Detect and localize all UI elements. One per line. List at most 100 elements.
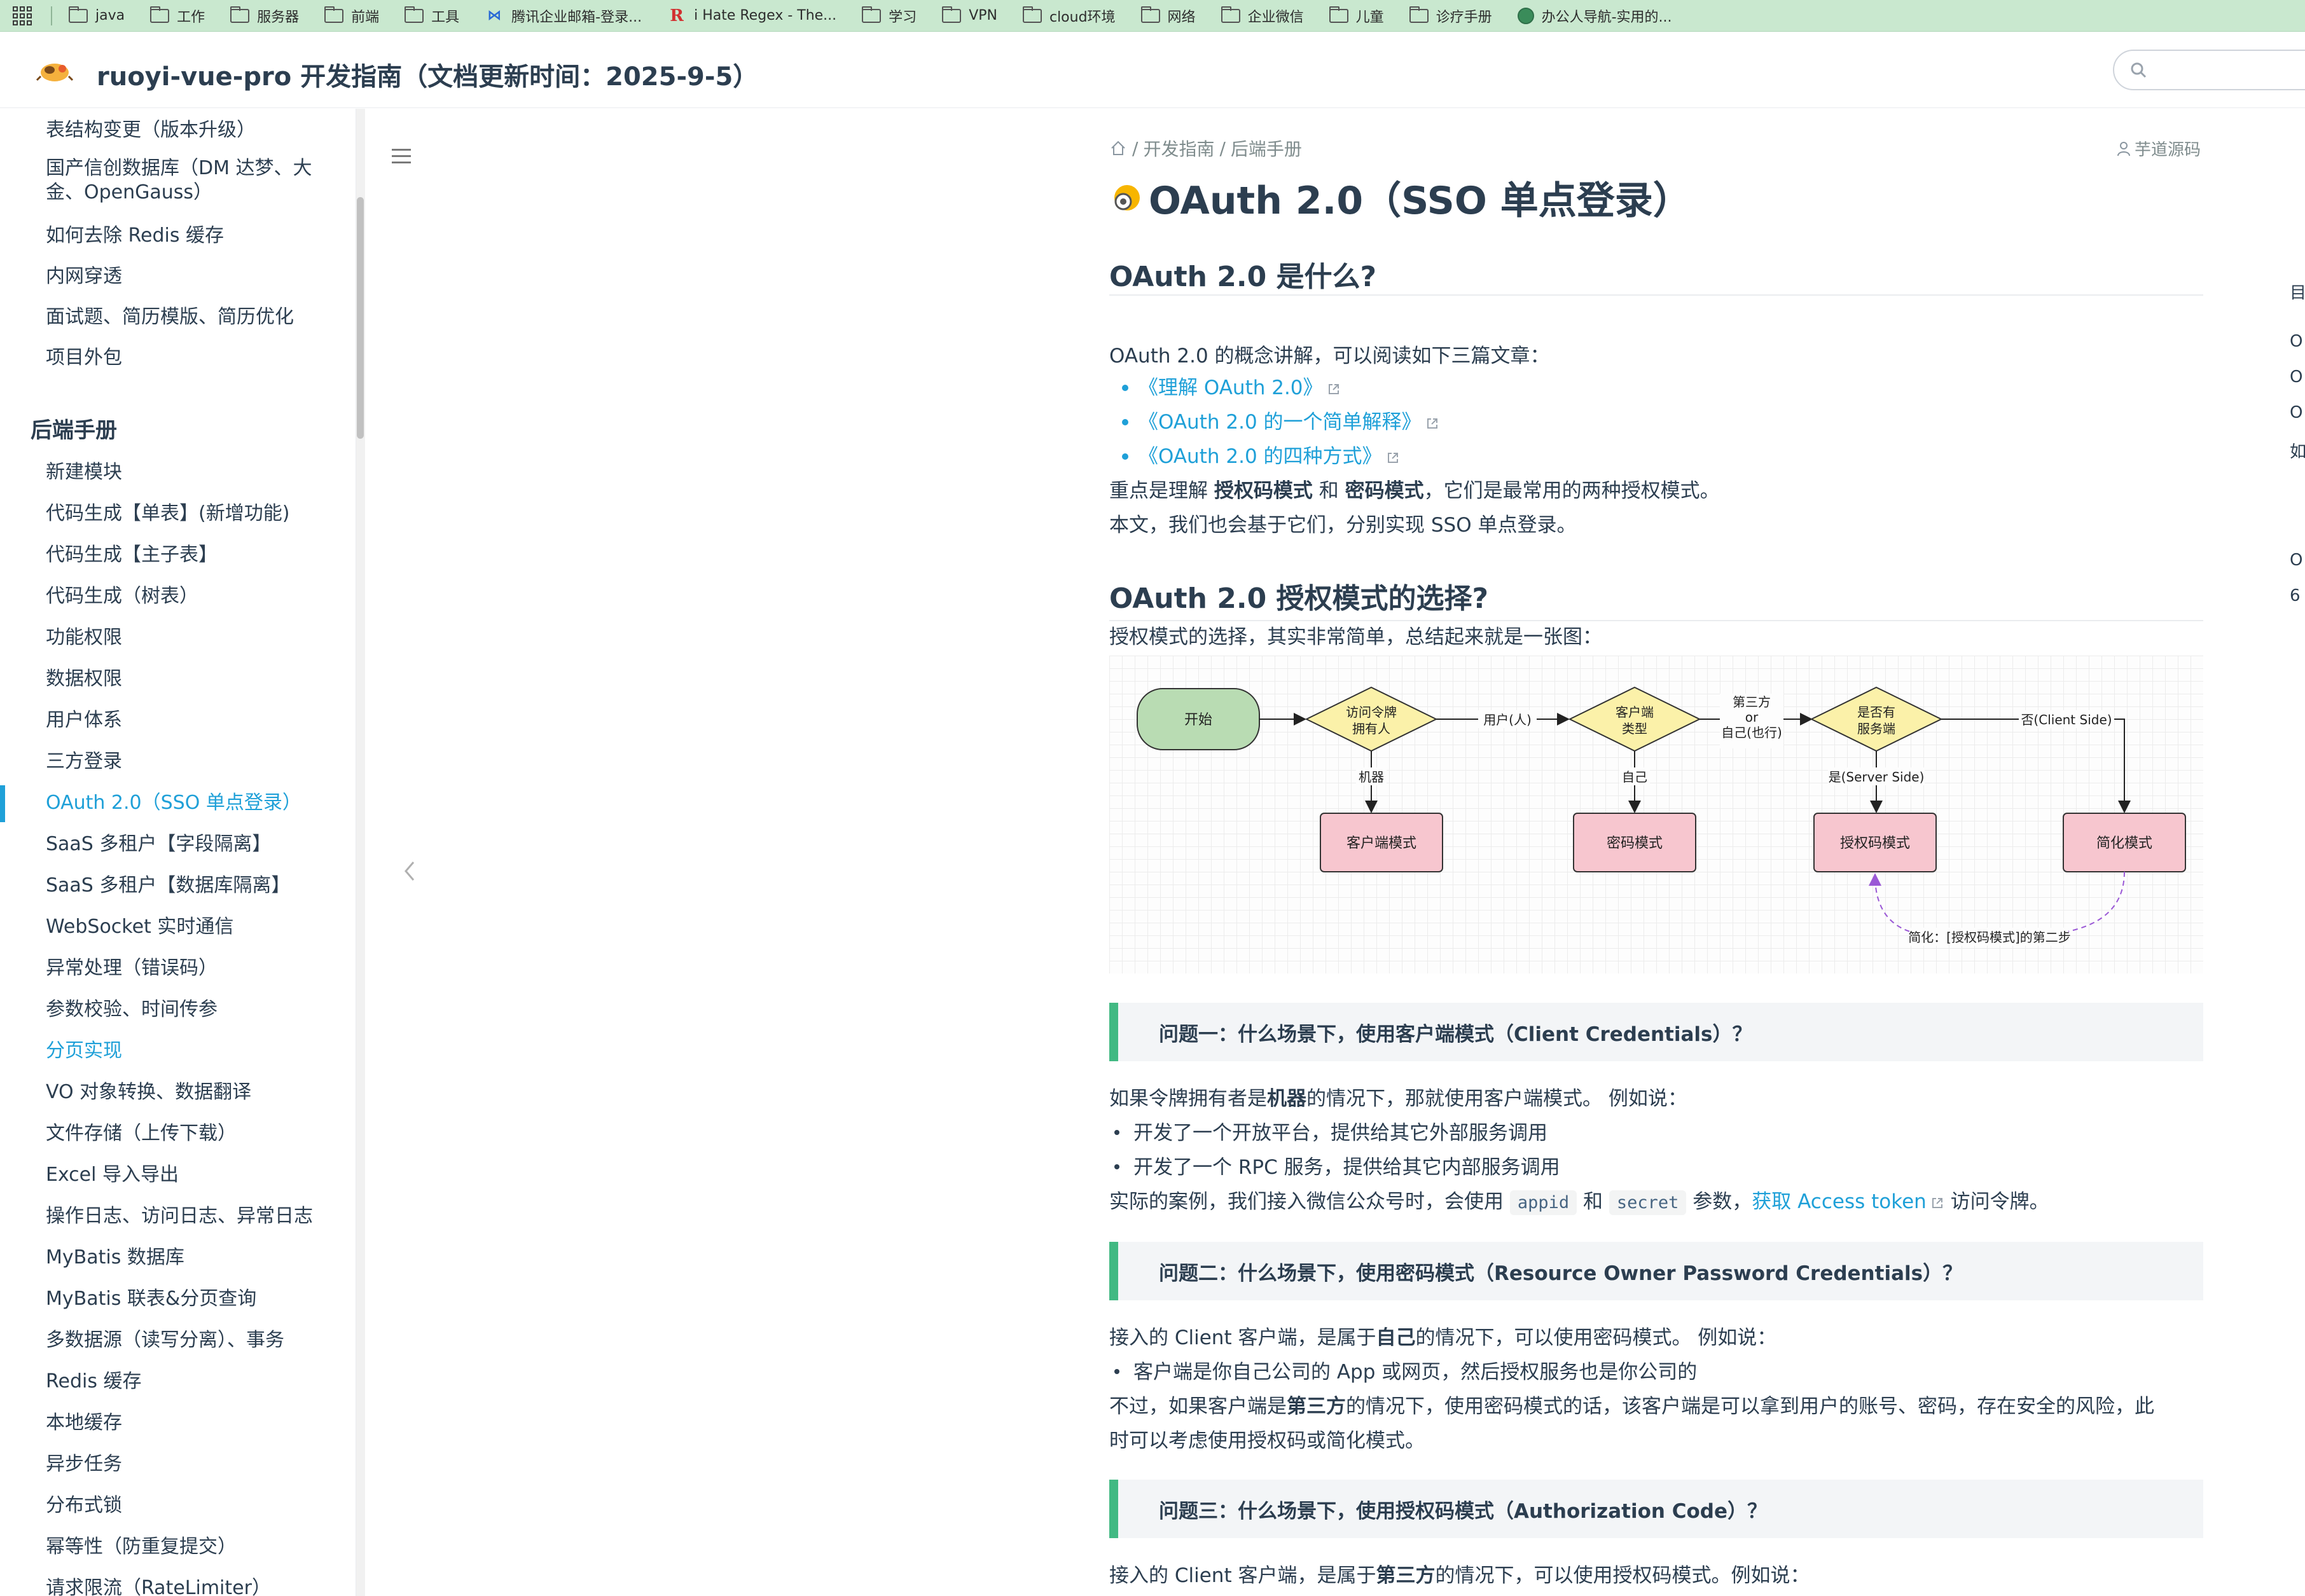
flow-decision-label: 访问令牌 — [1346, 705, 1397, 720]
sidebar-active-indicator — [0, 785, 5, 822]
bookmark-item[interactable]: 企业微信 — [1221, 6, 1304, 26]
list-bullet — [1114, 1164, 1119, 1169]
sidebar-item[interactable]: 代码生成【主子表】 — [46, 544, 218, 567]
bookmark-item[interactable]: 学习 — [862, 6, 917, 26]
sidebar-item[interactable]: VO 对象转换、数据翻译 — [46, 1081, 251, 1104]
search-input[interactable] — [2113, 50, 2305, 90]
sidebar-item[interactable]: 代码生成（树表） — [46, 585, 198, 608]
bookmark-item[interactable]: 网络 — [1140, 6, 1196, 26]
sidebar-item[interactable]: 操作日志、访问日志、异常日志 — [46, 1205, 313, 1228]
sidebar-item[interactable]: MyBatis 联表&分页查询 — [46, 1288, 256, 1311]
flow-result-label: 密码模式 — [1607, 836, 1663, 851]
bookmark-item[interactable]: cloud环境 — [1022, 6, 1116, 26]
sidebar-section-title[interactable]: 后端手册 — [31, 413, 117, 444]
bookmarks-bar: java 工作 服务器 前端 工具 ⋈ 腾讯企业邮箱-登录... Ri Hate Regex … — [0, 0, 2305, 32]
sidebar-item[interactable]: WebSocket 实时通信 — [46, 916, 233, 939]
article-link[interactable]: 《OAuth 2.0 的一个简单解释》 — [1139, 408, 1439, 437]
list-bullet — [1122, 453, 1128, 460]
bookmark-item[interactable]: VPN — [942, 6, 997, 24]
sidebar-item[interactable]: SaaS 多租户【数据库隔离】 — [46, 874, 290, 897]
sidebar-item[interactable]: 参数校验、时间传参 — [46, 998, 218, 1021]
sidebar-item[interactable]: 金、OpenGauss） — [46, 181, 212, 204]
bookmark-item[interactable]: 工作 — [150, 6, 205, 26]
site-logo-icon[interactable] — [36, 57, 74, 83]
sidebar-item[interactable]: 表结构变更（版本升级） — [46, 119, 256, 142]
breadcrumb-separator: / — [1132, 137, 1139, 159]
article-link[interactable]: 《理解 OAuth 2.0》 — [1139, 373, 1341, 403]
home-icon[interactable] — [1109, 139, 1127, 157]
sidebar-item[interactable]: 代码生成【单表】(新增功能) — [46, 502, 289, 525]
bookmark-item[interactable]: Ri Hate Regex - The... — [667, 8, 836, 24]
section-text: 实际的案例，我们接入微信公众号时，会使用 appid 和 secret 参数，获… — [1109, 1187, 2049, 1217]
sidebar-item[interactable]: 请求限流（RateLimiter） — [46, 1577, 271, 1596]
bookmark-label: 学习 — [889, 9, 917, 25]
breadcrumb-item[interactable]: 后端手册 — [1231, 135, 1302, 161]
sidebar-item[interactable]: 三方登录 — [46, 750, 122, 773]
toc-item[interactable]: O — [2290, 332, 2302, 351]
bookmark-item[interactable]: ⋈ 腾讯企业邮箱-登录... — [485, 6, 642, 26]
site-header: ruoyi-vue-pro 开发指南（文档更新时间：2025-9-5） — [0, 32, 2305, 108]
sidebar-item[interactable]: Redis 缓存 — [46, 1370, 142, 1393]
external-link-icon — [1427, 418, 1437, 429]
bookmark-label: 网络 — [1167, 9, 1196, 25]
site-title[interactable]: ruoyi-vue-pro 开发指南（文档更新时间：2025-9-5） — [97, 56, 758, 93]
apps-grid-icon[interactable] — [13, 6, 33, 26]
chevron-left-icon[interactable] — [402, 858, 417, 884]
bookmarks-divider — [51, 6, 52, 25]
sidebar-item[interactable]: 用户体系 — [46, 709, 122, 732]
flow-edge-label: or — [1745, 710, 1759, 725]
bookmark-label: 服务器 — [257, 9, 300, 25]
sidebar-item[interactable]: 内网穿透 — [46, 265, 122, 288]
sidebar-item[interactable]: 如何去除 Redis 缓存 — [46, 224, 224, 247]
toc-item[interactable]: 目 — [2290, 280, 2305, 303]
sidebar-item[interactable]: 多数据源（读写分离）、事务 — [46, 1329, 284, 1352]
bookmark-item[interactable]: 诊疗手册 — [1409, 6, 1492, 26]
toc-item[interactable]: O — [2290, 403, 2302, 422]
breadcrumb-item[interactable]: 开发指南 — [1143, 135, 1214, 161]
sidebar-item[interactable]: 数据权限 — [46, 668, 122, 691]
toc-item[interactable]: 如 — [2290, 439, 2305, 462]
author-link[interactable]: 芋道源码 — [2117, 137, 2201, 160]
question-title: 问题三：什么场景下，使用授权码模式（Authorization Code）？ — [1159, 1500, 1767, 1523]
flow-dashed-edge — [1869, 871, 2125, 936]
article-link[interactable]: 《OAuth 2.0 的四种方式》 — [1139, 442, 1400, 472]
page-title-text: OAuth 2.0（SSO 单点登录） — [1149, 179, 1691, 223]
sidebar-item[interactable]: MyBatis 数据库 — [46, 1246, 184, 1269]
section-text: 时可以考虑使用授权码或简化模式。 — [1109, 1429, 1425, 1452]
sidebar-item[interactable]: 项目外包 — [46, 347, 122, 369]
bookmark-item[interactable]: 工具 — [405, 6, 459, 26]
sidebar-item[interactable]: 新建模块 — [46, 461, 122, 484]
bookmark-item[interactable]: 前端 — [324, 6, 379, 26]
sidebar-scrollbar-thumb[interactable] — [357, 197, 364, 439]
bookmark-item[interactable]: java — [69, 6, 125, 24]
folder-icon — [405, 6, 424, 23]
sidebar-item[interactable]: SaaS 多租户【字段隔离】 — [46, 833, 271, 856]
flow-edge-label: 机器 — [1359, 769, 1384, 785]
bookmark-label: 工作 — [177, 9, 205, 25]
sidebar-item[interactable]: 幂等性（防重复提交） — [46, 1536, 237, 1558]
flow-decision-label: 服务端 — [1857, 721, 1895, 736]
toc-item[interactable]: O — [2290, 368, 2302, 387]
sidebar-item[interactable]: 面试题、简历模版、简历优化 — [46, 306, 294, 329]
toc-item[interactable]: 6 — [2290, 586, 2301, 605]
bookmark-label: 工具 — [431, 9, 460, 25]
sidebar-toggle-menu-icon[interactable] — [392, 149, 411, 165]
list-bullet — [1122, 419, 1128, 425]
sidebar-item[interactable]: 本地缓存 — [46, 1412, 122, 1434]
sidebar-item[interactable]: 国产信创数据库（DM 达梦、大 — [46, 157, 312, 180]
sidebar-item[interactable]: 分页实现 — [46, 1040, 122, 1063]
sidebar-item[interactable]: 文件存储（上传下载） — [46, 1122, 237, 1145]
sidebar-item[interactable]: OAuth 2.0（SSO 单点登录） — [46, 792, 301, 815]
bookmark-item[interactable]: 服务器 — [230, 6, 299, 26]
flowchart-diagram: 开始 访问令牌 拥有人 用户(人) 客户端 类型 第三方 or 自己(也行) 是… — [1109, 656, 2203, 973]
sidebar-item[interactable]: Excel 导入导出 — [46, 1164, 179, 1187]
bookmark-item[interactable]: 儿童 — [1329, 6, 1384, 26]
sidebar-item[interactable]: 功能权限 — [46, 626, 122, 649]
sidebar-item[interactable]: 异常处理（错误码） — [46, 957, 218, 980]
user-icon — [2117, 141, 2130, 156]
sidebar-item[interactable]: 分布式锁 — [46, 1494, 122, 1517]
toc-item[interactable]: O — [2290, 551, 2302, 570]
access-token-link[interactable]: 获取 Access token — [1752, 1190, 1927, 1213]
bookmark-item[interactable]: 办公人导航-实用的... — [1517, 6, 1672, 26]
sidebar-item[interactable]: 异步任务 — [46, 1453, 122, 1476]
